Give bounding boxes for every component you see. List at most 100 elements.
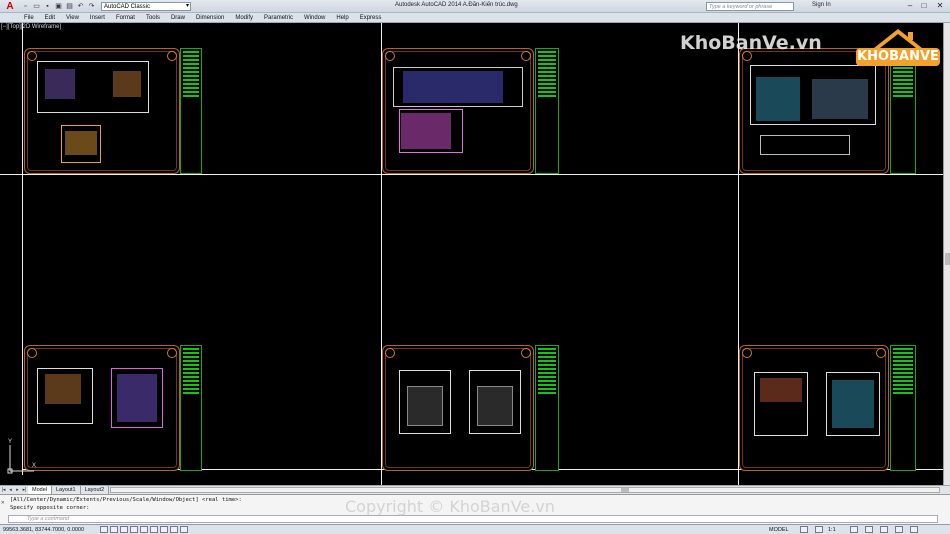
- close-icon[interactable]: ✕: [934, 1, 946, 11]
- title-block-1: [180, 48, 202, 174]
- elevation-fill: [812, 79, 868, 119]
- elevation-fill: [832, 380, 874, 428]
- coordinate-readout[interactable]: 99563.3681, 83744.7000, 0.0000: [3, 527, 84, 533]
- menu-insert[interactable]: Insert: [90, 15, 105, 21]
- menu-express[interactable]: Express: [360, 15, 382, 21]
- prev-tab-icon[interactable]: ◂: [7, 487, 14, 493]
- maximize-icon[interactable]: □: [918, 1, 930, 11]
- window-title: Autodesk AutoCAD 2014 A.Đăn-Kiến trúc.dw…: [395, 2, 518, 8]
- quick-view-icon[interactable]: [800, 526, 808, 533]
- menu-window[interactable]: Window: [304, 15, 325, 21]
- polar-icon[interactable]: [130, 526, 138, 533]
- menu-tools[interactable]: Tools: [146, 15, 160, 21]
- vertical-scrollbar[interactable]: [943, 23, 950, 485]
- elevation-fill: [407, 386, 443, 426]
- redo-icon[interactable]: ↷: [87, 2, 96, 11]
- undo-icon[interactable]: ↶: [76, 2, 85, 11]
- furniture-block: [45, 374, 81, 404]
- lock-icon[interactable]: [865, 526, 873, 533]
- ceiling-detail: [399, 109, 463, 153]
- furniture-block: [45, 69, 75, 99]
- menu-draw[interactable]: Draw: [171, 15, 185, 21]
- drawing-sheet-1[interactable]: [24, 48, 180, 174]
- sheet-corner-ornament: [167, 348, 177, 358]
- elevation-fill: [756, 77, 800, 121]
- scroll-thumb[interactable]: [945, 253, 950, 265]
- furniture-block: [65, 131, 97, 155]
- ortho-icon[interactable]: [120, 526, 128, 533]
- copyright-watermark: Copyright © KhoBanVe.vn: [345, 497, 555, 516]
- menu-modify[interactable]: Modify: [235, 15, 253, 21]
- grid-icon[interactable]: [110, 526, 118, 533]
- otrack-icon[interactable]: [150, 526, 158, 533]
- snap-icon[interactable]: [100, 526, 108, 533]
- close-icon[interactable]: ✕: [1, 499, 5, 506]
- section-detail: [760, 135, 850, 155]
- next-tab-icon[interactable]: ▸: [14, 487, 21, 493]
- sheet-corner-ornament: [521, 51, 531, 61]
- menu-file[interactable]: File: [24, 15, 34, 21]
- sheet-corner-ornament: [742, 348, 752, 358]
- ceiling-pattern: [403, 71, 503, 103]
- horizontal-scrollbar[interactable]: [110, 487, 940, 493]
- model-space-toggle[interactable]: MODEL: [769, 527, 789, 533]
- ucs-icon: Y X: [7, 439, 36, 474]
- ceiling-pattern: [117, 374, 157, 422]
- drawing-sheet-2[interactable]: [382, 48, 534, 174]
- workspace-select[interactable]: AutoCAD Classic: [101, 1, 191, 11]
- workspace-switch-icon[interactable]: [850, 526, 858, 533]
- clean-screen-icon[interactable]: [910, 526, 918, 533]
- sheet-corner-ornament: [27, 51, 37, 61]
- watermark-logo: KHOBANVE: [856, 26, 940, 70]
- furniture-block: [113, 71, 141, 97]
- drawing-sheet-6[interactable]: [739, 345, 889, 471]
- menu-parametric[interactable]: Parametric: [264, 15, 293, 21]
- menu-view[interactable]: View: [66, 15, 79, 21]
- lineweight-icon[interactable]: [180, 526, 188, 533]
- search-input[interactable]: Type a keyword or phrase: [706, 2, 794, 11]
- osnap-icon[interactable]: [140, 526, 148, 533]
- svg-text:Y: Y: [8, 439, 12, 445]
- plot-icon[interactable]: ▤: [65, 2, 74, 11]
- first-tab-icon[interactable]: |◂: [0, 487, 7, 493]
- save-icon[interactable]: ▪: [43, 2, 52, 11]
- status-bar: 99563.3681, 83744.7000, 0.0000 MODEL 1:1: [0, 524, 950, 534]
- drawing-sheet-5[interactable]: [382, 345, 534, 471]
- watermark-text: KhoBanVe.vn: [680, 32, 822, 54]
- autocad-window: A ▫ ▭ ▪ ▣ ▤ ↶ ↷ AutoCAD Classic Autodesk…: [0, 0, 950, 534]
- menu-format[interactable]: Format: [116, 15, 135, 21]
- title-bar: A ▫ ▭ ▪ ▣ ▤ ↶ ↷ AutoCAD Classic Autodesk…: [0, 0, 950, 13]
- elevation-fill: [760, 378, 802, 402]
- ducs-icon[interactable]: [160, 526, 168, 533]
- menu-help[interactable]: Help: [336, 15, 348, 21]
- sign-in-link[interactable]: Sign In: [812, 2, 831, 8]
- isolate-objects-icon[interactable]: [895, 526, 903, 533]
- command-input[interactable]: Type a command: [8, 515, 938, 523]
- last-tab-icon[interactable]: ▸|: [21, 487, 28, 493]
- svg-text:X: X: [32, 463, 36, 469]
- annotation-scale-icon[interactable]: [815, 526, 823, 533]
- new-file-icon[interactable]: ▫: [21, 2, 30, 11]
- minimize-icon[interactable]: –: [904, 1, 916, 11]
- title-block-6: [890, 345, 916, 471]
- logo-label: KHOBANVE: [856, 48, 940, 66]
- drawing-area[interactable]: [−][Top][2D Wireframe] Y X KhoBanVe.vn K…: [0, 23, 943, 485]
- title-block-4: [180, 345, 202, 471]
- menu-bar: File Edit View Insert Format Tools Draw …: [0, 13, 950, 23]
- sheet-corner-ornament: [167, 51, 177, 61]
- viewport-controls[interactable]: [−][Top][2D Wireframe]: [1, 24, 61, 30]
- elevation-fill: [477, 386, 513, 426]
- autocad-a-icon[interactable]: A: [0, 0, 20, 13]
- sheet-corner-ornament: [27, 348, 37, 358]
- open-file-icon[interactable]: ▭: [32, 2, 41, 11]
- hardware-acceleration-icon[interactable]: [880, 526, 888, 533]
- save-as-icon[interactable]: ▣: [54, 2, 63, 11]
- sheet-corner-ornament: [876, 348, 886, 358]
- dyn-icon[interactable]: [170, 526, 178, 533]
- scroll-thumb[interactable]: [621, 488, 629, 492]
- drawing-sheet-4[interactable]: [24, 345, 180, 471]
- menu-dimension[interactable]: Dimension: [196, 15, 224, 21]
- annotation-scale[interactable]: 1:1: [828, 527, 836, 533]
- menu-edit[interactable]: Edit: [45, 15, 55, 21]
- crosshair-horizontal: [0, 174, 943, 175]
